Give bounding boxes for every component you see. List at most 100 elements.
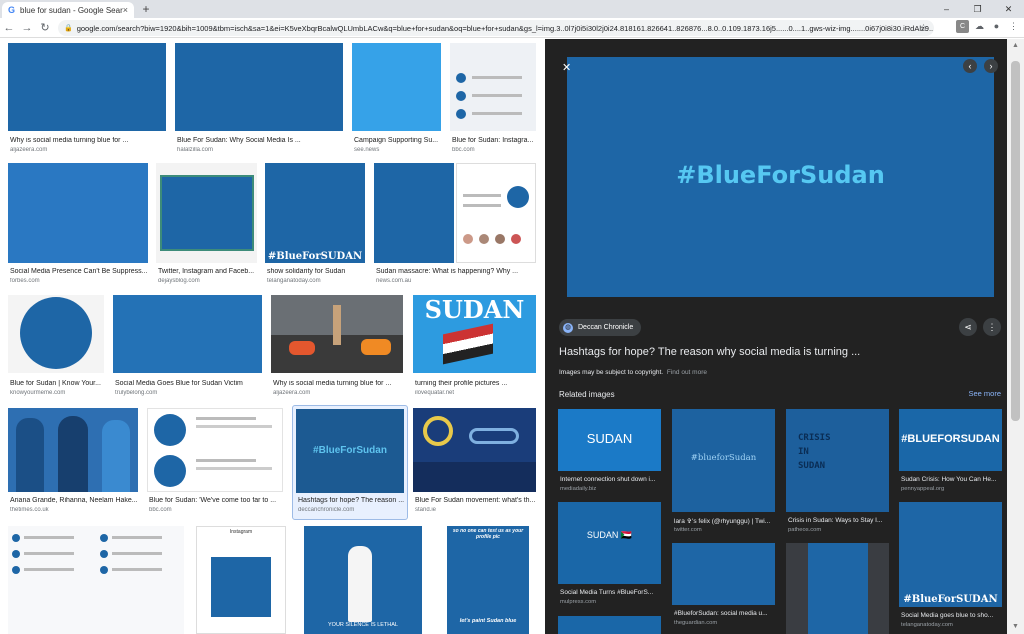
result-image[interactable] [8,295,104,373]
result-tile[interactable]: so no one can test us as your profile pi… [447,526,529,634]
close-window-button[interactable]: ✕ [993,0,1024,18]
related-caption[interactable]: Social Media goes blue to sho... [901,612,1004,619]
see-more-link[interactable]: See more [968,389,1001,398]
related-image[interactable] [786,543,889,634]
related-image[interactable]: #blueforSudan [672,409,775,512]
result-image[interactable] [413,408,536,492]
source-chip[interactable]: ◍ Deccan Chronicle [559,319,642,336]
result-image[interactable] [8,408,138,492]
related-tile[interactable]: SUDAN 🇸🇩 Social Media Turns #BlueForS...… [558,502,661,609]
previous-icon[interactable]: ‹ [963,59,977,73]
preview-image[interactable]: #BlueForSudan [567,57,994,297]
extension-icon[interactable]: C [956,20,969,33]
result-tile[interactable] [456,163,536,263]
result-image[interactable]: YOUR SILENCE IS LETHAL [304,526,422,634]
result-tile[interactable]: Why is social media turning blue for ...… [271,295,403,405]
related-tile[interactable] [786,543,889,634]
result-tile[interactable]: Instagram [196,526,286,634]
share-icon[interactable]: ⋖ [959,318,977,336]
find-out-more-link[interactable]: Find out more [667,369,707,376]
result-caption[interactable]: Why is social media turning blue for ... [273,380,405,387]
result-image[interactable] [147,408,283,492]
more-options-icon[interactable]: ⋮ [983,318,1001,336]
related-image[interactable]: #BLUEFORSUDAN [899,409,1002,471]
result-image[interactable] [352,43,441,131]
related-tile[interactable]: #BlueForSUDAN Social Media goes blue to … [899,502,1002,629]
related-image[interactable] [672,543,775,605]
address-bar[interactable]: 🔒 google.com/search?biw=1920&bih=1009&tb… [58,20,934,36]
related-caption[interactable]: lara ✞'s felix (@rhyunggu) | Twi... [674,517,777,525]
result-tile[interactable]: Blue For Sudan movement: what's th... st… [413,408,536,520]
result-tile[interactable] [8,526,184,634]
result-image[interactable]: SUDAN [413,295,536,373]
result-tile[interactable]: Ariana Grande, Rihanna, Neelam Hake... t… [8,408,138,520]
result-caption[interactable]: show solidarity for Sudan [267,268,367,275]
next-icon[interactable]: › [984,59,998,73]
minimize-button[interactable]: – [931,0,962,18]
result-tile[interactable]: Social Media Presence Can't Be Suppress.… [8,163,148,289]
related-caption[interactable]: Sudan Crisis: How You Can He... [901,476,1004,483]
result-caption[interactable]: Sudan massacre: What is happening? Why .… [376,268,536,275]
related-image[interactable]: CRISIS IN SUDAN [786,409,889,512]
reload-icon[interactable]: ↻ [36,21,54,34]
browser-tab[interactable]: G blue for sudan - Google Search × [2,2,134,18]
result-image[interactable] [374,163,454,263]
result-image[interactable] [113,295,262,373]
related-tile[interactable]: #BLUEFORSUDAN Sudan Crisis: How You Can … [899,409,1002,495]
result-image[interactable]: #BlueForSUDAN [265,163,365,263]
result-tile[interactable]: Sudan massacre: What is happening? Why .… [374,163,518,289]
related-tile[interactable] [558,616,661,634]
result-caption[interactable]: Blue For Sudan movement: what's th... [415,497,538,504]
related-tile[interactable]: #blueforSudan lara ✞'s felix (@rhyunggu)… [672,409,775,536]
result-image[interactable]: Instagram [196,526,286,634]
related-tile[interactable]: #BlueforSudan: social media u... theguar… [672,543,775,628]
related-caption[interactable]: Crisis in Sudan: Ways to Stay I... [788,517,891,524]
scroll-down-icon[interactable]: ▼ [1007,620,1024,634]
result-image[interactable] [456,163,536,263]
result-image[interactable] [271,295,403,373]
related-image[interactable]: SUDAN 🇸🇩 [558,502,661,584]
result-tile[interactable]: #BlueForSUDAN show solidarity for Sudan … [265,163,365,289]
close-tab-icon[interactable]: × [123,5,128,15]
result-tile[interactable]: Blue For Sudan: Why Social Media Is ... … [175,43,343,158]
related-tile[interactable]: SUDAN Internet connection shut down i...… [558,409,661,495]
result-tile[interactable]: Social Media Goes Blue for Sudan Victim … [113,295,262,405]
result-caption[interactable]: Social Media Goes Blue for Sudan Victim [115,380,264,387]
result-tile[interactable]: Blue for Sudan: Instagra... bbc.com [450,43,536,158]
result-tile[interactable]: SUDAN turning their profile pictures ...… [413,295,536,405]
related-caption[interactable]: #BlueforSudan: social media u... [674,610,777,617]
result-image[interactable]: #BlueForSudan [296,409,404,493]
result-caption[interactable]: Hashtags for hope? The reason ... [298,497,404,504]
result-image[interactable] [8,43,166,131]
result-image[interactable]: so no one can test us as your profile pi… [447,526,529,634]
result-image[interactable] [8,526,184,634]
result-image[interactable] [175,43,343,131]
result-caption[interactable]: Ariana Grande, Rihanna, Neelam Hake... [10,497,140,504]
result-image[interactable] [450,43,536,131]
result-tile[interactable]: Campaign Supporting Su... see.news [352,43,441,158]
related-image[interactable]: SUDAN [558,409,661,471]
result-tile[interactable]: Why is social media turning blue for ...… [8,43,166,158]
result-caption[interactable]: Blue for Sudan: Instagra... [452,137,538,144]
related-caption[interactable]: Internet connection shut down i... [560,476,663,483]
page-scrollbar[interactable]: ▲ ▼ [1007,39,1024,634]
cloud-extension-icon[interactable]: ☁ [973,20,986,33]
result-caption[interactable]: Twitter, Instagram and Faceb... [158,268,259,275]
scroll-up-icon[interactable]: ▲ [1007,39,1024,53]
profile-icon[interactable]: ● [990,20,1003,33]
result-caption[interactable]: Blue For Sudan: Why Social Media Is ... [177,137,345,144]
related-caption[interactable]: Social Media Turns #BlueForS... [560,589,663,596]
maximize-button[interactable]: ❐ [962,0,993,18]
result-caption[interactable]: Why is social media turning blue for ... [10,137,168,144]
menu-kebab-icon[interactable]: ⋮ [1007,20,1020,33]
result-tile-selected[interactable]: #BlueForSudan Hashtags for hope? The rea… [292,405,408,520]
result-caption[interactable]: Social Media Presence Can't Be Suppress.… [10,268,150,275]
back-icon[interactable]: ← [0,22,18,34]
related-image[interactable]: #BlueForSUDAN [899,502,1002,607]
new-tab-button[interactable]: + [139,2,153,16]
result-caption[interactable]: Campaign Supporting Su... [354,137,443,144]
forward-icon[interactable]: → [18,22,36,34]
result-image[interactable] [8,163,148,263]
result-tile[interactable]: YOUR SILENCE IS LETHAL [304,526,422,634]
result-caption[interactable]: Blue for Sudan | Know Your... [10,380,106,387]
